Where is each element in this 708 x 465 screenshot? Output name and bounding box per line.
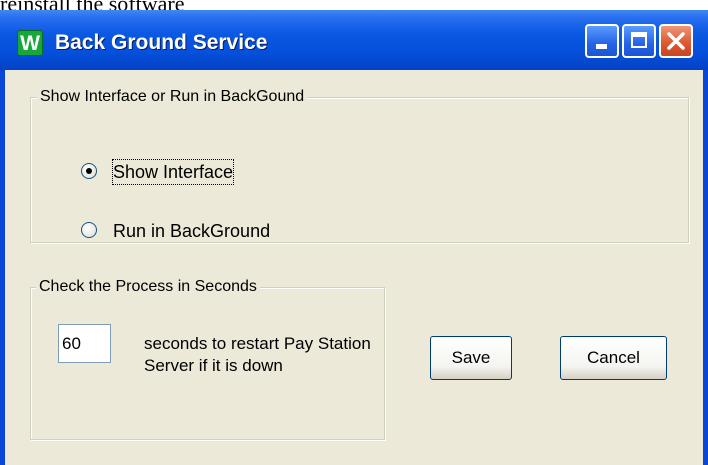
title-bar[interactable]: W Back Ground Service — [0, 10, 708, 70]
maximize-button[interactable] — [622, 24, 656, 58]
radio-selected-dot — [86, 168, 92, 174]
seconds-input[interactable] — [58, 324, 111, 363]
radio-button-unchecked[interactable] — [81, 222, 97, 238]
dialog-client-area: Show Interface or Run in BackGound Show … — [5, 70, 703, 465]
minimize-button[interactable] — [585, 24, 619, 58]
maximize-icon — [631, 32, 647, 48]
seconds-description: seconds to restart Pay Station Server if… — [144, 334, 371, 375]
window-title: Back Ground Service — [55, 31, 268, 54]
radio-run-in-background-label[interactable]: Run in BackGround — [113, 219, 270, 243]
process-group-legend: Check the Process in Seconds — [36, 276, 260, 298]
cancel-button[interactable]: Cancel — [560, 336, 667, 380]
dialog-window: W Back Ground Service Show Interface or … — [0, 10, 708, 465]
radio-show-interface[interactable]: Show Interface — [81, 159, 321, 185]
minimize-icon — [596, 44, 607, 49]
radio-run-in-background[interactable]: Run in BackGround — [81, 219, 321, 243]
close-button[interactable] — [659, 24, 693, 58]
mode-group-legend: Show Interface or Run in BackGound — [37, 86, 308, 108]
mode-groupbox: Show Interface or Run in BackGound Show … — [30, 86, 689, 243]
save-button[interactable]: Save — [430, 336, 512, 380]
radio-show-interface-label[interactable]: Show Interface — [111, 159, 235, 185]
close-icon — [667, 32, 685, 50]
app-w-icon: W — [17, 30, 43, 56]
radio-button-checked[interactable] — [81, 163, 97, 179]
